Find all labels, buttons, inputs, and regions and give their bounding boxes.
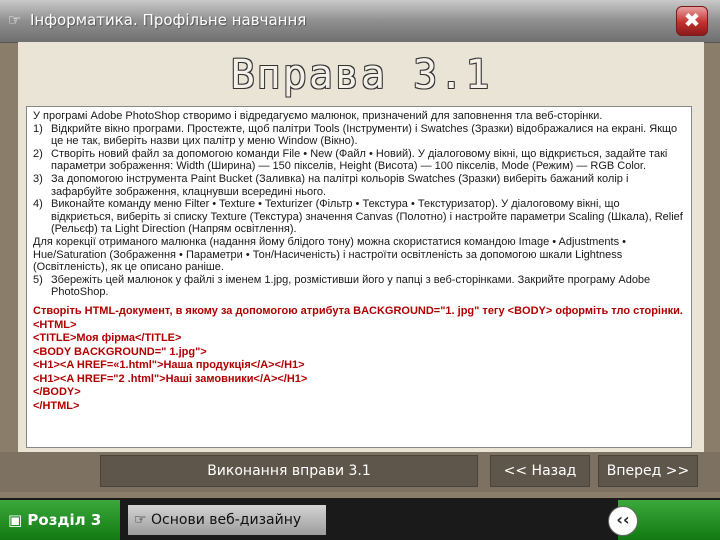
pointer-icon: ☞: [8, 11, 22, 29]
step-number: 1): [33, 122, 43, 135]
step-text: Створіть новий файл за допомогою команди…: [51, 147, 668, 173]
list-item: 3) За допомогою інструмента Paint Bucket…: [33, 173, 685, 198]
content-area: Вправа 3.1 У програмі Adobe PhotoShop ст…: [18, 42, 704, 452]
code-line: <H1><A HREF=«1.html">Наша продукція</A><…: [33, 359, 305, 372]
step-number: 2): [33, 147, 43, 160]
back-button[interactable]: << Назад: [490, 455, 590, 487]
code-block: Створіть HTML-документ, в якому за допом…: [33, 305, 685, 414]
correction-text: Для корекції отриманого малюнка (надання…: [33, 235, 626, 274]
back-arrow-icon[interactable]: ‹‹: [608, 506, 638, 536]
section-label: Розділ 3: [27, 511, 102, 529]
code-line: <BODY BACKGROUND=" 1.jpg">: [33, 345, 207, 358]
exercise-text: У програмі Adobe PhotoShop створимо і ві…: [26, 106, 692, 448]
list-item: 2) Створіть новий файл за допомогою кома…: [33, 148, 685, 173]
topic-tab[interactable]: ☞ Основи веб-дизайну: [128, 505, 326, 535]
book-icon: ▣: [8, 511, 28, 529]
list-item: 1) Відкрийте вікно програми. Простежте, …: [33, 123, 685, 148]
code-line: <TITLE>Моя фірма</TITLE>: [33, 332, 182, 345]
step-text: За допомогою інструмента Paint Bucket (З…: [51, 172, 629, 198]
list-item: 4) Виконайте команду меню Filter • Textu…: [33, 198, 685, 236]
next-button[interactable]: Вперед >>: [598, 455, 698, 487]
run-exercise-button[interactable]: Виконання вправи 3.1: [100, 455, 478, 487]
title-bar: ☞ Інформатика. Профільне навчання ✖: [0, 0, 720, 43]
step-text: Збережіть цей малюнок у файлі з іменем 1…: [51, 273, 651, 299]
topic-label: Основи веб-дизайну: [151, 512, 302, 528]
close-button[interactable]: ✖: [676, 6, 708, 36]
list-item: 5) Збережіть цей малюнок у файлі з імене…: [33, 274, 685, 299]
code-line: </BODY>: [33, 386, 81, 399]
step-text: Відкрийте вікно програми. Простежте, щоб…: [51, 122, 678, 148]
window-title: Інформатика. Профільне навчання: [30, 11, 307, 29]
code-line: </HTML>: [33, 400, 80, 413]
code-intro: Створіть HTML-документ, в якому за допом…: [33, 304, 683, 317]
page-title: Вправа 3.1: [230, 52, 492, 98]
code-line: <HTML>: [33, 318, 77, 331]
intro-text: У програмі Adobe PhotoShop створимо і ві…: [33, 110, 603, 122]
section-tab[interactable]: ▣ Розділ 3: [0, 500, 120, 540]
code-line: <H1><A HREF="2 .html">Наші замовники</A>…: [33, 372, 308, 385]
step-number: 5): [33, 273, 43, 286]
step-number: 3): [33, 172, 43, 185]
step-text: Виконайте команду меню Filter • Texture …: [51, 198, 683, 236]
step-number: 4): [33, 198, 43, 211]
pointer-icon: ☞: [134, 512, 152, 528]
